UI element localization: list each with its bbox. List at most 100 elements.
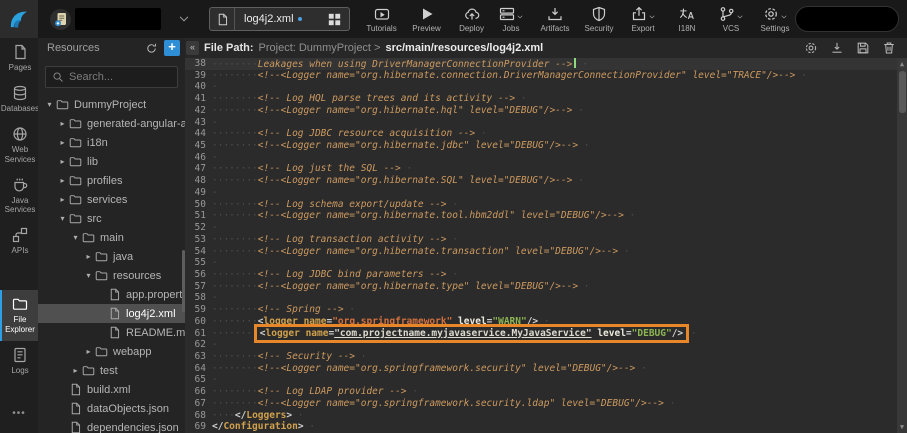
collapse-panel-button[interactable]: « (186, 41, 199, 55)
sidebar-item-java-services[interactable]: Java Services (0, 171, 38, 221)
code-line-53[interactable]: 53········<!-- Log transaction activity … (185, 234, 907, 246)
code-editor[interactable]: ▲ ▼ 38········Leakages when using Driver… (185, 58, 907, 433)
code-line-65[interactable]: 65- (185, 374, 907, 386)
layout-grid-icon[interactable] (328, 13, 341, 26)
code-line-63[interactable]: 63········<!-- Security --> · (185, 351, 907, 363)
tree-item-generated-angular-app[interactable]: ▸ generated-angular-app (38, 114, 185, 133)
toolbar-artifacts-button[interactable]: Artifacts (539, 6, 571, 33)
tree-item-services[interactable]: ▸ services (38, 190, 185, 209)
code-line-69[interactable]: 69</Configuration> · (185, 421, 907, 433)
toolbar-security-button[interactable]: Security (583, 6, 615, 33)
tree-item-main[interactable]: ▾ main (38, 228, 185, 247)
tree-item-resources[interactable]: ▾ resources (38, 266, 185, 285)
code-line-44[interactable]: 44········<!-- Log JDBC resource acquisi… (185, 128, 907, 140)
code-line-59[interactable]: 59········<!-- Spring --> · (185, 304, 907, 316)
code-line-45[interactable]: 45········<!--<Logger name="org.hibernat… (185, 140, 907, 152)
file-settings-button[interactable] (804, 41, 818, 55)
code-line-55[interactable]: 55- (185, 257, 907, 269)
tree-item-test[interactable]: ▸ test (38, 361, 185, 380)
tree-item-app-properties[interactable]: app.properties (38, 285, 185, 304)
code-line-54[interactable]: 54········<!--<Logger name="org.hibernat… (185, 246, 907, 258)
tree-caret-icon[interactable]: ▸ (57, 157, 68, 166)
tree-item-dataobjects-json[interactable]: dataObjects.json (38, 399, 185, 418)
toolbar-vcs-button[interactable]: VCS (715, 6, 747, 33)
code-line-41[interactable]: 41········<!-- Log HQL parse trees and i… (185, 93, 907, 105)
resource-search-box[interactable] (45, 66, 178, 88)
tree-item-dependencies-json[interactable]: dependencies.json (38, 418, 185, 433)
nav-overflow-button[interactable]: ••• (0, 408, 38, 433)
code-line-46[interactable]: 46- (185, 152, 907, 164)
scroll-down-icon[interactable]: ▼ (897, 422, 907, 432)
sidebar-item-databases[interactable]: Databases (0, 79, 38, 120)
code-line-51[interactable]: 51········<!--<Logger name="org.hibernat… (185, 210, 907, 222)
tree-caret-icon[interactable]: ▸ (57, 119, 68, 128)
security-shield-icon (591, 6, 607, 22)
code-line-62[interactable]: 62- (185, 339, 907, 351)
sidebar-item-logs[interactable]: Logs (0, 341, 38, 382)
add-resource-button[interactable]: + (164, 40, 180, 56)
sidebar-item-file-explorer[interactable]: File Explorer (0, 290, 38, 340)
tree-item-profiles[interactable]: ▸ profiles (38, 171, 185, 190)
tree-caret-icon[interactable]: ▸ (83, 252, 94, 261)
tree-caret-icon[interactable]: ▸ (57, 195, 68, 204)
code-line-47[interactable]: 47········<!-- Log just the SQL --> · (185, 163, 907, 175)
toolbar-export-button[interactable]: Export (627, 6, 659, 33)
code-line-60[interactable]: 60········<logger name="org.springframew… (185, 316, 907, 328)
tree-caret-icon[interactable]: ▾ (83, 271, 94, 280)
tree-caret-icon[interactable]: ▾ (57, 214, 68, 223)
toolbar-preview-button[interactable]: Preview (411, 6, 443, 33)
code-line-49[interactable]: 49- (185, 187, 907, 199)
tree-item-dummyproject[interactable]: ▾ DummyProject (38, 95, 185, 114)
code-line-43[interactable]: 43- (185, 117, 907, 129)
toolbar-settings-button[interactable]: Settings (759, 6, 791, 33)
search-input[interactable] (69, 71, 171, 83)
code-line-61[interactable]: 61········<logger name="com.projectname.… (185, 328, 907, 340)
project-selector[interactable] (50, 8, 191, 30)
tree-item-readme-md[interactable]: README.md (38, 323, 185, 342)
editor-scrollbar[interactable]: ▲ ▼ (897, 58, 907, 433)
code-line-57[interactable]: 57········<!--<Logger name="org.hibernat… (185, 281, 907, 293)
code-line-content: ········<!--<Logger name="org.hibernate.… (206, 175, 584, 187)
code-line-67[interactable]: 67········<!--<Logger name="org.springfr… (185, 398, 907, 410)
toolbar-i18n-button[interactable]: I18N (671, 6, 703, 33)
code-line-64[interactable]: 64········<!--<Logger name="org.springfr… (185, 363, 907, 375)
tree-caret-icon[interactable]: ▸ (57, 176, 68, 185)
code-line-48[interactable]: 48········<!--<Logger name="org.hibernat… (185, 175, 907, 187)
code-line-40[interactable]: 40- (185, 81, 907, 93)
tree-caret-icon[interactable]: ▸ (70, 366, 81, 375)
code-line-50[interactable]: 50········<!-- Log schema export/update … (185, 199, 907, 211)
tree-item-log4j2-xml[interactable]: log4j2.xml (38, 304, 185, 323)
tree-caret-icon[interactable]: ▸ (83, 347, 94, 356)
code-line-66[interactable]: 66········<!-- Log LDAP provider --> · (185, 386, 907, 398)
code-line-68[interactable]: 68····</Loggers> · (185, 410, 907, 422)
toolbar-jobs-button[interactable]: Jobs (495, 6, 527, 33)
code-line-42[interactable]: 42········<!--<Logger name="org.hibernat… (185, 105, 907, 117)
tree-item-lib[interactable]: ▸ lib (38, 152, 185, 171)
tree-item-build-xml[interactable]: build.xml (38, 380, 185, 399)
code-line-52[interactable]: 52- (185, 222, 907, 234)
code-line-58[interactable]: 58- (185, 292, 907, 304)
code-line-39[interactable]: 39········<!--<Logger name="org.hibernat… (185, 70, 907, 82)
sidebar-item-apis[interactable]: APIs (0, 221, 38, 262)
tree-item-i18n[interactable]: ▸ i18n (38, 133, 185, 152)
tree-item-webapp[interactable]: ▸ webapp (38, 342, 185, 361)
toolbar-tutorials-button[interactable]: Tutorials (366, 6, 398, 33)
tree-caret-icon[interactable]: ▾ (44, 100, 55, 109)
sidebar-item-web-services[interactable]: Web Services (0, 120, 38, 170)
save-file-button[interactable] (856, 41, 870, 55)
app-logo[interactable] (0, 0, 38, 38)
open-file-tab[interactable]: log4j2.xml (209, 7, 350, 31)
code-line-38[interactable]: 38········Leakages when using DriverMana… (185, 58, 907, 70)
delete-file-button[interactable] (882, 41, 896, 55)
code-line-56[interactable]: 56········<!-- Log JDBC bind parameters … (185, 269, 907, 281)
tree-caret-icon[interactable]: ▾ (70, 233, 81, 242)
tree-caret-icon[interactable]: ▸ (57, 138, 68, 147)
tree-item-java[interactable]: ▸ java (38, 247, 185, 266)
scroll-up-icon[interactable]: ▲ (897, 59, 907, 69)
sidebar-item-pages[interactable]: Pages (0, 38, 38, 79)
refresh-icon[interactable] (145, 42, 158, 55)
tree-item-src[interactable]: ▾ src (38, 209, 185, 228)
scrollbar-thumb[interactable] (899, 71, 906, 113)
toolbar-deploy-button[interactable]: Deploy (456, 6, 488, 33)
download-file-button[interactable] (830, 41, 844, 55)
